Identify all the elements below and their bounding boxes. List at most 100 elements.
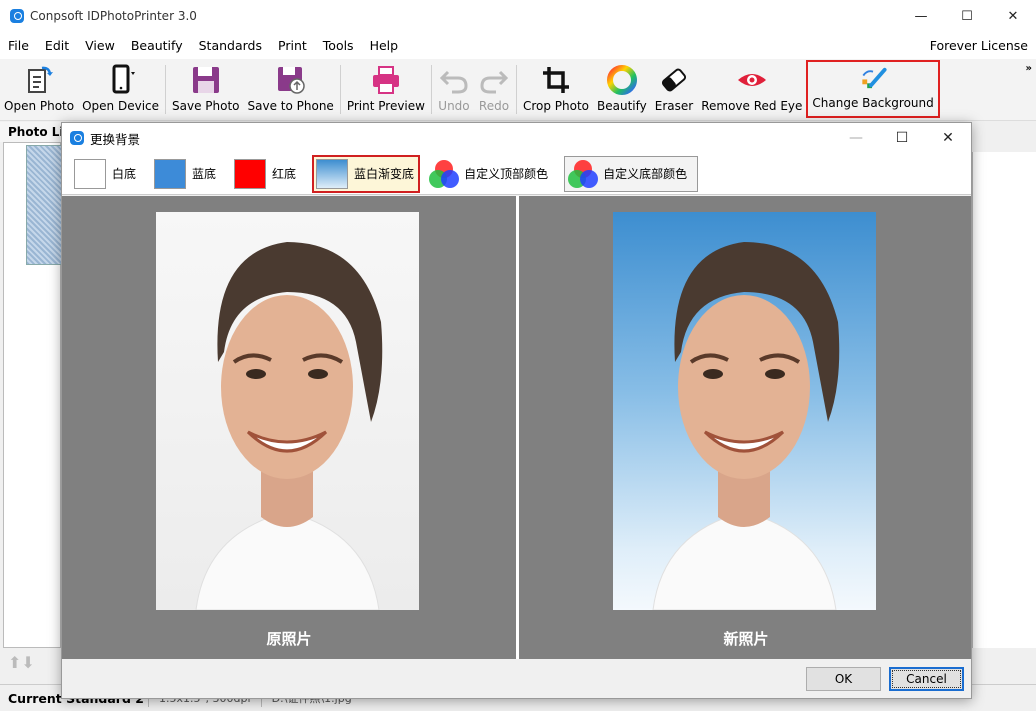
dialog-close-button[interactable]: ✕ xyxy=(925,123,971,153)
window-titlebar: Conpsoft IDPhotoPrinter 3.0 — ☐ ✕ xyxy=(0,0,1036,32)
arrow-up-icon[interactable]: ⬆ xyxy=(8,653,21,672)
remove-red-eye-button[interactable]: Remove Red Eye xyxy=(697,59,806,119)
option-custom-top-color[interactable]: 自定义顶部颜色 xyxy=(426,155,558,193)
option-white-label: 白底 xyxy=(112,167,137,181)
open-photo-button[interactable]: Open Photo xyxy=(0,59,78,119)
print-preview-label: Print Preview xyxy=(346,99,425,113)
open-photo-icon xyxy=(28,66,54,93)
menu-help[interactable]: Help xyxy=(362,38,407,53)
crop-photo-label: Crop Photo xyxy=(522,99,590,113)
save-icon xyxy=(192,67,219,93)
preview-area: 原照片 新照片 xyxy=(62,196,971,659)
save-photo-label: Save Photo xyxy=(172,99,240,113)
list-nav-arrows[interactable]: ⬆⬇ xyxy=(8,653,35,672)
maximize-button[interactable]: ☐ xyxy=(944,0,990,32)
save-to-phone-label: Save to Phone xyxy=(247,99,334,113)
new-photo xyxy=(613,212,876,610)
option-blue-white-gradient[interactable]: 蓝白渐变底 xyxy=(312,154,421,193)
workspace-panel xyxy=(972,152,1036,648)
toolbar-separator xyxy=(430,65,432,114)
rgb-color-icon xyxy=(428,159,460,189)
original-photo-pane: 原照片 xyxy=(62,196,516,659)
photo-list-header: Photo List xyxy=(0,122,62,142)
new-caption: 新照片 xyxy=(723,630,769,648)
printer-icon xyxy=(372,66,399,94)
main-toolbar: Open Photo Open Device Save Photo Save t… xyxy=(0,59,1036,121)
new-photo-pane: 新照片 xyxy=(519,196,973,659)
app-icon xyxy=(10,9,24,23)
toolbar-overflow-button[interactable]: » xyxy=(1026,63,1032,74)
option-custom-bottom-label: 自定义底部颜色 xyxy=(603,167,688,181)
eraser-label: Eraser xyxy=(654,99,694,113)
window-controls: — ☐ ✕ xyxy=(898,0,1036,32)
original-caption: 原照片 xyxy=(266,630,312,648)
eye-icon xyxy=(737,74,766,86)
original-photo xyxy=(156,212,419,610)
toolbar-separator xyxy=(339,65,341,114)
open-photo-label: Open Photo xyxy=(4,99,75,113)
close-button[interactable]: ✕ xyxy=(990,0,1036,32)
toolbar-separator xyxy=(515,65,517,114)
option-blue-label: 蓝底 xyxy=(192,167,217,181)
open-device-label: Open Device xyxy=(82,99,160,113)
redo-button[interactable]: Redo xyxy=(474,59,514,119)
change-background-icon xyxy=(862,67,887,89)
background-options-bar: 白底 蓝底 红底 蓝白渐变底 自定义顶部颜色 自定义底部颜色 xyxy=(62,153,971,195)
option-red-background[interactable]: 红底 xyxy=(232,155,306,193)
red-swatch xyxy=(234,158,267,189)
dialog-footer: OK Cancel xyxy=(62,659,971,698)
menu-edit[interactable]: Edit xyxy=(37,38,77,53)
remove-red-eye-label: Remove Red Eye xyxy=(701,99,803,113)
color-wheel-icon xyxy=(606,65,637,95)
option-white-background[interactable]: 白底 xyxy=(72,155,146,193)
phone-icon xyxy=(112,64,135,94)
save-photo-button[interactable]: Save Photo xyxy=(168,59,244,119)
eraser-icon xyxy=(661,68,687,92)
option-gradient-label: 蓝白渐变底 xyxy=(354,167,415,181)
change-background-label: Change Background xyxy=(812,96,934,110)
crop-photo-button[interactable]: Crop Photo xyxy=(519,59,593,119)
beautify-button[interactable]: Beautify xyxy=(593,59,651,119)
option-custom-bottom-color[interactable]: 自定义底部颜色 xyxy=(564,155,699,192)
undo-icon xyxy=(439,70,468,94)
ok-button[interactable]: OK xyxy=(806,667,881,691)
eraser-button[interactable]: Eraser xyxy=(651,59,697,119)
print-preview-button[interactable]: Print Preview xyxy=(343,59,429,119)
beautify-label: Beautify xyxy=(597,99,647,113)
toolbar-separator xyxy=(165,65,167,114)
portrait-illustration xyxy=(195,242,383,610)
menu-print[interactable]: Print xyxy=(270,38,315,53)
menu-tools[interactable]: Tools xyxy=(315,38,362,53)
menu-standards[interactable]: Standards xyxy=(191,38,270,53)
arrow-down-icon[interactable]: ⬇ xyxy=(21,653,34,672)
photo-thumbnail[interactable] xyxy=(26,145,62,265)
dialog-window-controls: — ☐ ✕ xyxy=(833,123,971,153)
minimize-button[interactable]: — xyxy=(898,0,944,32)
photo-list[interactable] xyxy=(3,142,62,648)
option-red-label: 红底 xyxy=(272,167,297,181)
change-background-button[interactable]: Change Background xyxy=(806,60,940,118)
option-custom-top-label: 自定义顶部颜色 xyxy=(464,167,549,181)
blue-swatch xyxy=(154,158,187,189)
menu-beautify[interactable]: Beautify xyxy=(123,38,191,53)
dialog-minimize-button[interactable]: — xyxy=(833,123,879,153)
license-label[interactable]: Forever License xyxy=(930,38,1028,53)
menu-view[interactable]: View xyxy=(77,38,123,53)
menu-file[interactable]: File xyxy=(0,38,37,53)
dialog-titlebar: 更换背景 — ☐ ✕ xyxy=(62,123,971,153)
cancel-button[interactable]: Cancel xyxy=(889,667,964,691)
menubar: File Edit View Beautify Standards Print … xyxy=(0,32,1036,59)
save-to-phone-icon xyxy=(277,67,305,94)
open-device-button[interactable]: Open Device xyxy=(78,59,163,119)
redo-label: Redo xyxy=(478,99,510,113)
undo-label: Undo xyxy=(438,99,470,113)
white-swatch xyxy=(74,158,106,189)
dialog-maximize-button[interactable]: ☐ xyxy=(879,123,925,153)
rgb-color-icon xyxy=(567,159,599,189)
gradient-swatch xyxy=(316,158,349,189)
window-title: Conpsoft IDPhotoPrinter 3.0 xyxy=(30,9,197,23)
option-blue-background[interactable]: 蓝底 xyxy=(152,155,226,193)
save-to-phone-button[interactable]: Save to Phone xyxy=(244,59,338,119)
portrait-illustration xyxy=(652,242,840,610)
undo-button[interactable]: Undo xyxy=(434,59,474,119)
